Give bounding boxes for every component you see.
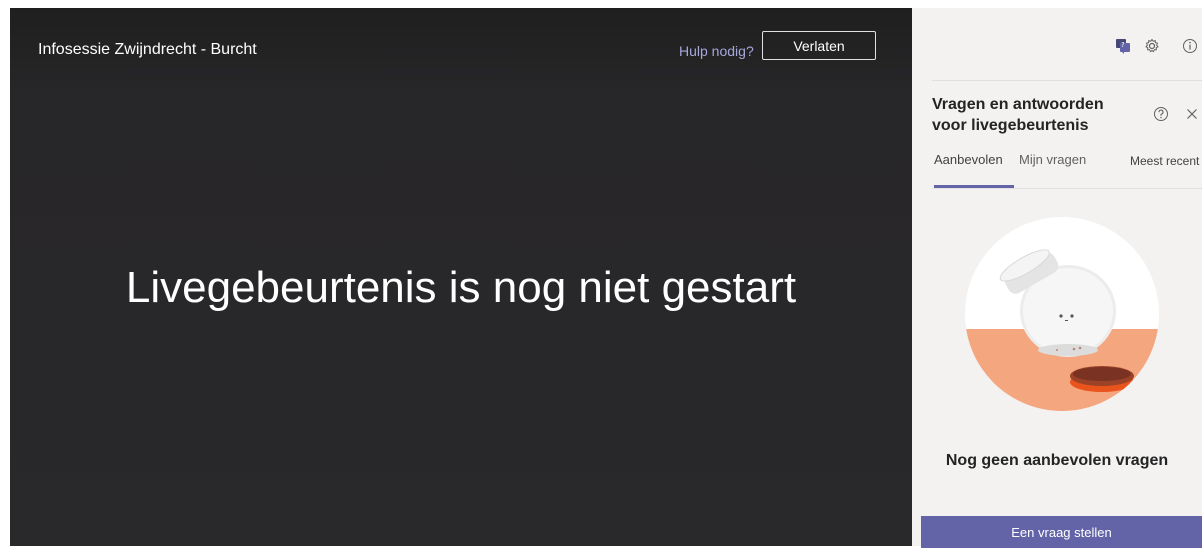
event-title: Infosessie Zwijndrecht - Burcht	[38, 41, 257, 58]
help-link[interactable]: Hulp nodig?	[679, 43, 754, 59]
qna-icon[interactable]: ?	[1114, 37, 1132, 55]
empty-state-message: Nog geen aanbevolen vragen	[945, 452, 1169, 469]
leave-button[interactable]: Verlaten	[762, 31, 876, 60]
panel-divider	[932, 80, 1202, 81]
tab-mijn-vragen[interactable]: Mijn vragen	[1019, 152, 1086, 167]
panel-toolbar: ?	[912, 37, 1202, 57]
active-tab-indicator	[934, 185, 1014, 188]
ask-question-button[interactable]: Een vraag stellen	[921, 516, 1202, 548]
info-icon[interactable]	[1181, 37, 1199, 55]
video-stage: Infosessie Zwijndrecht - Burcht Hulp nod…	[10, 8, 912, 546]
svg-text:?: ?	[1121, 41, 1125, 49]
question-help-icon[interactable]	[1153, 106, 1169, 122]
settings-gear-icon[interactable]	[1143, 37, 1161, 55]
close-icon[interactable]	[1184, 106, 1200, 122]
event-status-message: Livegebeurtenis is nog niet gestart	[125, 263, 797, 312]
panel-title: Vragen en antwoorden voor livegebeurteni…	[932, 96, 1104, 134]
qna-panel: ? Vragen en antwoorden voor livegebeurte…	[912, 8, 1202, 548]
tab-aanbevolen[interactable]: Aanbevolen	[934, 152, 1003, 167]
sort-dropdown[interactable]: Meest recent	[1130, 154, 1199, 168]
empty-jar-illustration	[964, 216, 1160, 412]
qna-tabs: Aanbevolen Mijn vragen Meest recent	[932, 150, 1202, 189]
